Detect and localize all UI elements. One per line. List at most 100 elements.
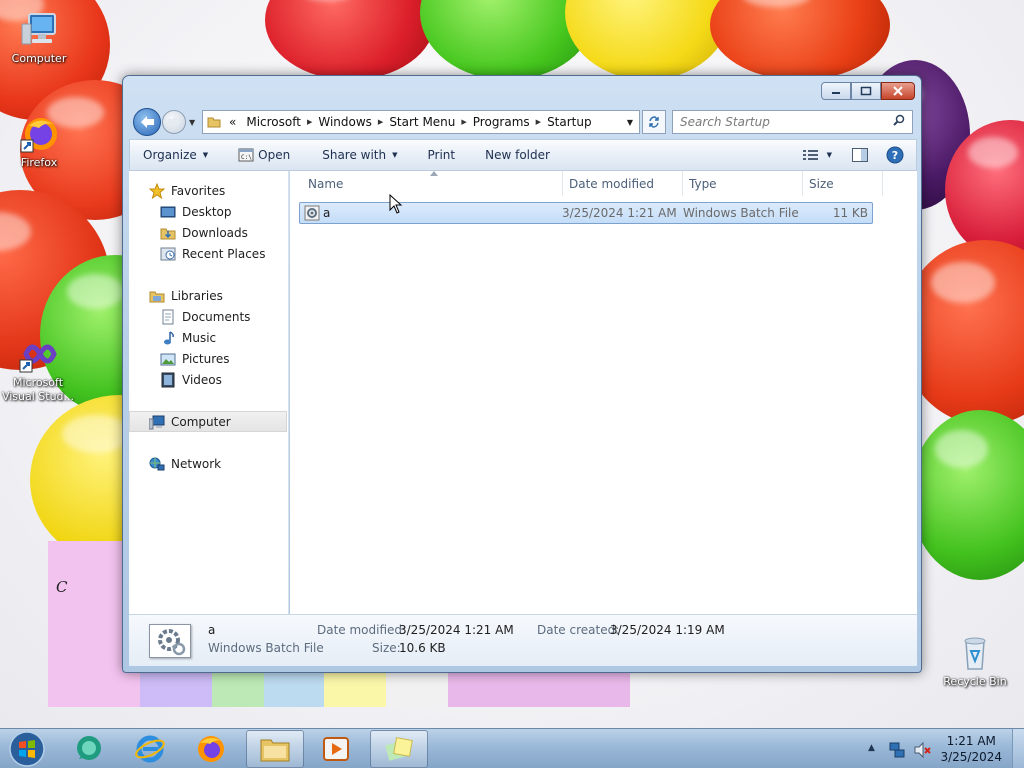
help-button[interactable]: ? [878,140,916,170]
column-header-date-modified[interactable]: Date modified [563,171,683,196]
mouse-cursor-icon [389,194,403,214]
details-size-label: Size: [372,641,401,655]
nav-network[interactable]: Network [129,453,287,474]
minimize-button[interactable] [821,82,851,100]
nav-downloads[interactable]: Downloads [129,222,287,243]
breadcrumb-microsoft[interactable]: Microsoft [240,115,307,129]
breadcrumb-overflow[interactable]: « [225,115,240,129]
nav-favorites[interactable]: Favorites [129,180,287,201]
nav-music[interactable]: Music [129,327,287,348]
desktop-icon-visual-studio[interactable]: Microsoft Visual Stud... [0,334,76,404]
pictures-icon [160,353,176,365]
taskbar-app-messenger[interactable] [60,730,118,768]
details-view-icon [802,150,818,160]
nav-label: Documents [182,309,251,324]
refresh-button[interactable] [642,110,666,134]
organize-button[interactable]: Organize ▼ [130,140,220,170]
print-label: Print [427,148,456,162]
breadcrumb-startup[interactable]: Startup [541,115,598,129]
downloads-folder-icon [160,228,176,239]
show-hidden-icons-button[interactable]: ▲ [868,743,875,753]
forward-button[interactable] [162,110,186,134]
print-button[interactable]: Print [410,140,468,170]
chevron-down-icon: ▼ [826,151,832,159]
nav-label: Music [182,330,217,345]
breadcrumb-windows[interactable]: Windows [312,115,378,129]
documents-icon [162,309,174,324]
star-icon [149,182,165,199]
nav-label: Downloads [182,225,248,240]
open-button[interactable]: C:\ Open [220,140,302,170]
address-row: ▼ « Microsoft ▶ Windows ▶ Start Menu ▶ P… [129,106,917,136]
nav-label: Network [171,456,222,471]
column-header-size[interactable]: Size [803,171,883,196]
sticky-notes-icon [385,737,413,761]
taskbar-app-sticky-notes[interactable] [370,730,428,768]
breadcrumb-programs[interactable]: Programs [467,115,536,129]
search-icon[interactable] [893,114,905,126]
computer-icon [149,415,165,429]
recent-pages-dropdown[interactable]: ▼ [189,118,195,127]
address-bar[interactable]: « Microsoft ▶ Windows ▶ Start Menu ▶ Pro… [202,110,640,134]
column-label: Name [308,176,344,191]
videos-icon [161,372,175,387]
nav-recent-places[interactable]: Recent Places [129,243,287,264]
command-bar-right: ▼ ? [797,140,916,170]
preview-pane-button[interactable] [842,140,878,170]
explorer-window[interactable]: ▼ « Microsoft ▶ Windows ▶ Start Menu ▶ P… [122,75,922,673]
breadcrumb-start-menu[interactable]: Start Menu [383,115,461,129]
column-header-name[interactable]: Name [302,171,563,196]
batch-file-icon [158,629,186,656]
start-button[interactable] [2,730,52,768]
taskbar-app-explorer[interactable] [246,730,304,768]
change-view-button[interactable] [797,140,825,170]
desktop-icon [160,206,176,217]
share-with-button[interactable]: Share with ▼ [302,140,409,170]
show-desktop-button[interactable] [1012,729,1024,768]
desktop-icon-firefox[interactable]: Firefox [1,114,77,170]
batch-file-icon [304,205,320,221]
address-dropdown[interactable]: ▼ [621,118,639,127]
taskbar-app-firefox[interactable] [182,730,240,768]
share-with-label: Share with [322,148,387,162]
music-icon [164,330,174,344]
file-list[interactable]: Name Date modified Type Size a 3/25/2024… [290,171,917,614]
nav-label: Desktop [182,204,232,219]
desktop-icon-label: Computer [11,52,67,65]
maximize-button[interactable] [851,82,881,100]
organize-label: Organize [143,148,197,162]
volume-muted-icon[interactable] [913,741,931,759]
desktop-icon-recycle-bin[interactable]: Recycle Bin [937,633,1013,689]
nav-label: Videos [182,372,222,387]
folder-icon [207,117,221,128]
nav-label: Computer [171,414,231,429]
nav-documents[interactable]: Documents [129,306,287,327]
file-size: 11 KB [832,206,868,220]
column-label: Date modified [569,176,655,191]
new-folder-button[interactable]: New folder [467,140,562,170]
search-input[interactable] [672,110,913,134]
back-button[interactable] [133,108,161,136]
column-header-type[interactable]: Type [683,171,803,196]
nav-pictures[interactable]: Pictures [129,348,287,369]
nav-computer[interactable]: Computer [129,411,287,432]
nav-libraries[interactable]: Libraries [129,285,287,306]
taskbar-clock[interactable]: 1:21 AM 3/25/2024 [940,733,1002,765]
details-date-created: 3/25/2024 1:19 AM [610,623,725,637]
taskbar-app-internet-explorer[interactable] [121,730,179,768]
desktop-icon-computer[interactable]: Computer [1,10,77,66]
close-button[interactable] [881,82,915,100]
svg-text:?: ? [892,149,898,162]
nav-videos[interactable]: Videos [129,369,287,390]
taskbar-app-media-player[interactable] [307,730,365,768]
view-options-dropdown[interactable]: ▼ [825,140,842,170]
column-label: Type [689,176,717,191]
details-date-modified-label: Date modified: [317,623,407,637]
file-row[interactable]: a 3/25/2024 1:21 AM Windows Batch File 1… [299,202,873,224]
navigation-pane[interactable]: Favorites Desktop Downloads Recent Place… [129,171,289,614]
network-tray-icon[interactable] [888,741,906,759]
libraries-icon [149,291,165,302]
help-icon: ? [886,146,904,164]
nav-desktop[interactable]: Desktop [129,201,287,222]
nav-label: Favorites [171,183,226,198]
